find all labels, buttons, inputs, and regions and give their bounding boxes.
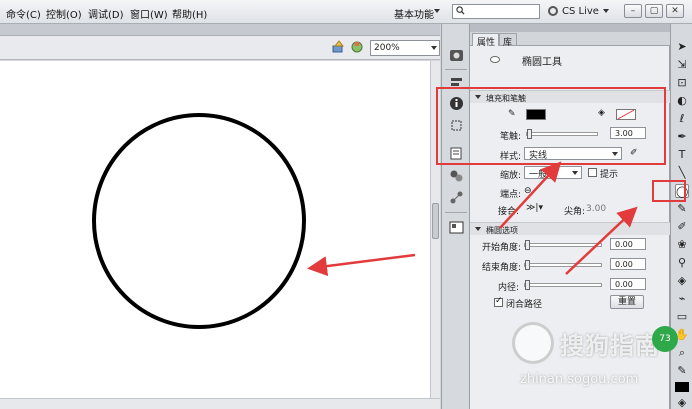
watermark-url: zhinan.sogou.com	[520, 372, 639, 387]
annotation-arrow-to-circle	[307, 253, 416, 277]
watermark-text: 搜狗指南	[560, 332, 660, 360]
floating-badge[interactable]: 73	[652, 326, 678, 352]
annotation-arrow-to-stroke	[499, 161, 562, 229]
annotation-arrow-to-tool	[565, 206, 638, 275]
sogou-logo	[512, 322, 554, 364]
